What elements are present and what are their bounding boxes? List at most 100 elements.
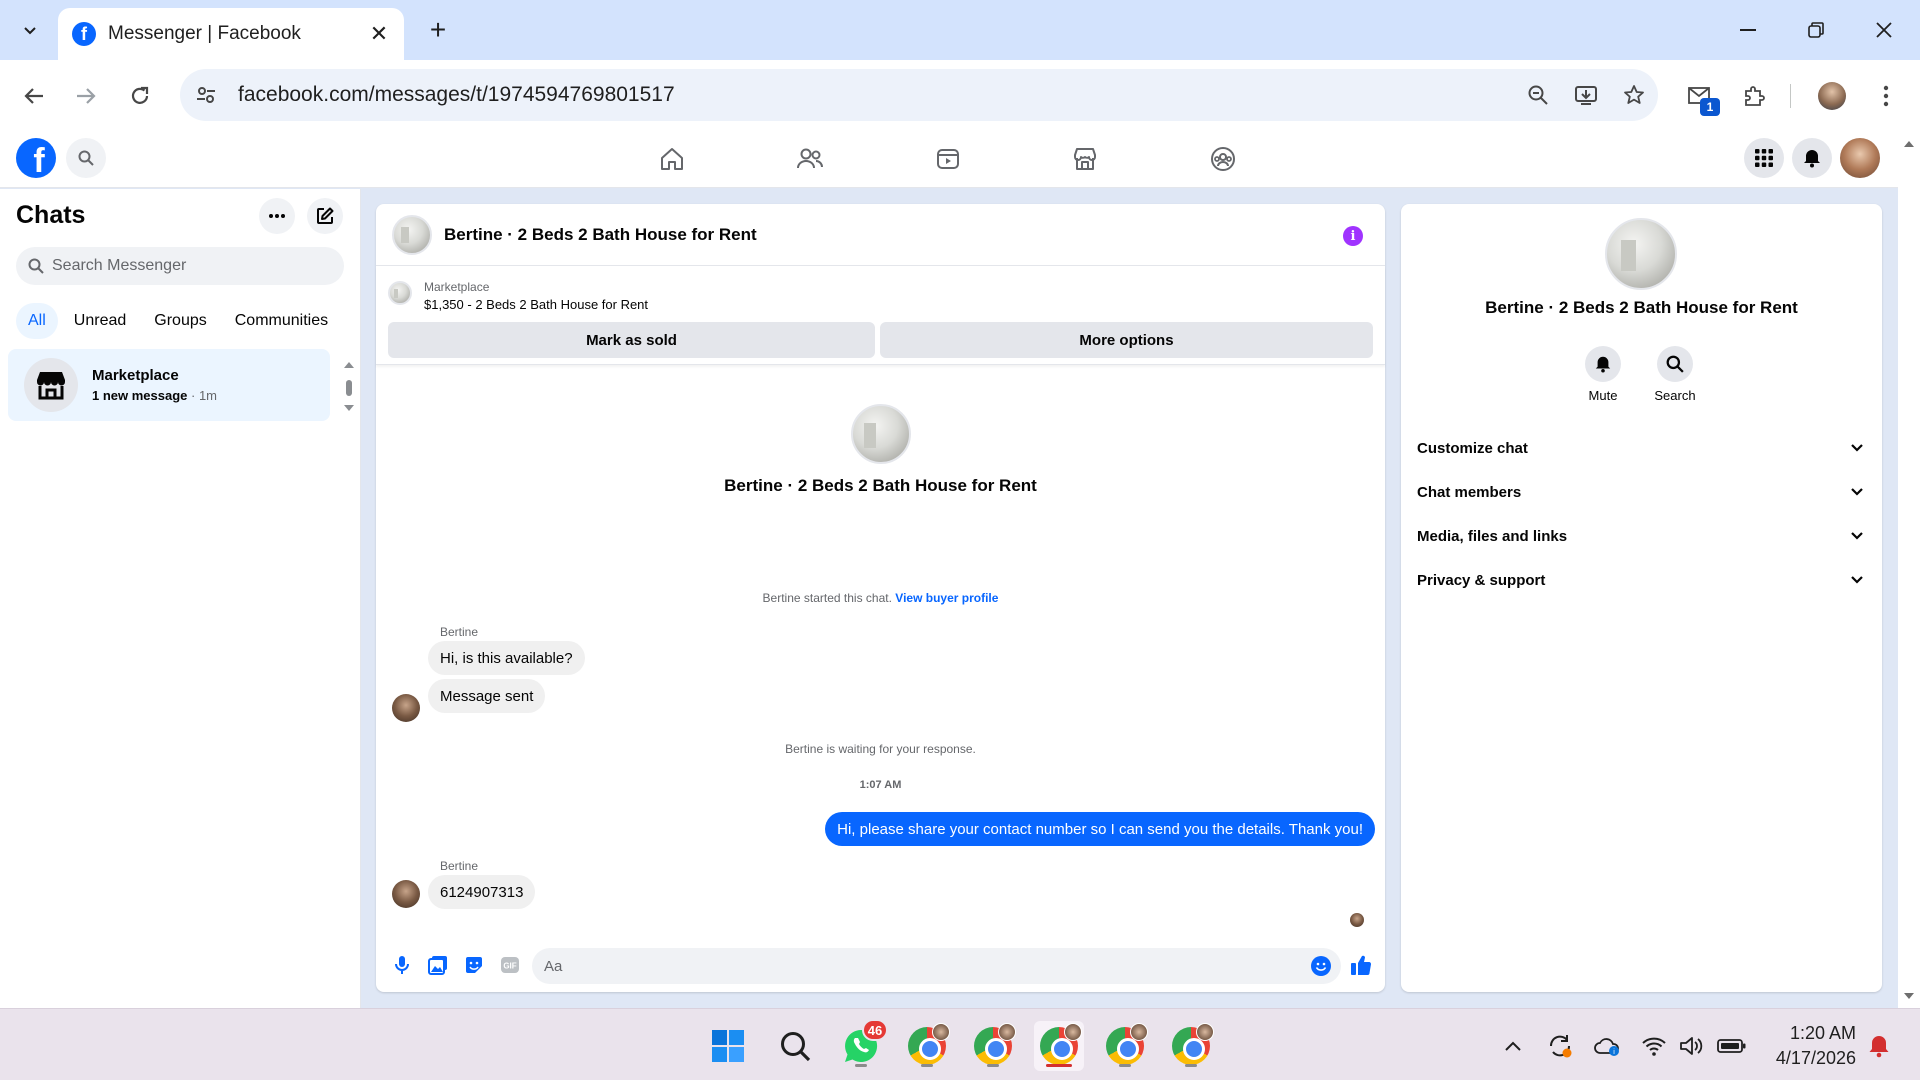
search-in-chat-button[interactable]: Search [1645,346,1705,403]
new-message-compose-icon[interactable] [307,198,343,234]
chrome-window-active-icon[interactable] [1034,1021,1084,1071]
wifi-icon[interactable] [1637,1029,1671,1063]
forward-icon[interactable] [66,76,106,116]
install-app-icon[interactable] [1562,75,1610,115]
incoming-message-bubble[interactable]: Hi, is this available? [428,641,585,675]
restore-icon[interactable] [1792,10,1840,50]
reply-message-bubble[interactable]: 6124907313 [428,875,536,909]
logo-letter: f [33,142,45,178]
message-sender-label: Bertine [440,625,479,639]
window-close-icon[interactable] [1860,10,1908,50]
chevron-down-icon [1851,532,1863,540]
start-windows-icon[interactable] [703,1021,753,1071]
marketplace-label: Marketplace [424,280,490,294]
chrome-window-1-icon[interactable] [902,1021,952,1071]
browser-tab-active[interactable]: f Messenger | Facebook ✕ [58,8,404,60]
gif-icon[interactable]: GIF [492,947,528,983]
chats-options-icon[interactable] [259,198,295,234]
search-icon [28,258,44,274]
reply-sender-avatar[interactable] [392,880,420,908]
media-files-links-section[interactable]: Media, files and links [1409,514,1874,558]
friends-icon[interactable] [755,134,865,184]
details-name: Bertine · 2 Beds 2 Bath House for Rent [1485,298,1798,317]
mute-button[interactable]: Mute [1573,346,1633,403]
mark-as-sold-button[interactable]: Mark as sold [388,322,875,358]
conversation-info-icon[interactable]: i [1343,226,1363,246]
toolbar-divider [1790,84,1791,108]
conversation-avatar[interactable] [392,214,432,255]
listing-thumbnail[interactable] [388,281,412,305]
chrome-window-2-icon[interactable] [968,1021,1018,1071]
conversation-header: Bertine · 2 Beds 2 Bath House for Rent i [376,204,1385,266]
chrome-window-4-icon[interactable] [1100,1021,1150,1071]
mail-extension-icon[interactable]: 1 [1678,74,1722,118]
bookmark-star-icon[interactable] [1610,75,1658,115]
extensions-puzzle-icon[interactable] [1732,74,1776,118]
search-placeholder: Search Messenger [52,257,187,274]
chrome-menu-icon[interactable] [1864,74,1908,118]
facebook-header: f [0,130,1898,188]
onedrive-cloud-icon[interactable]: i [1590,1029,1624,1063]
url-text[interactable]: facebook.com/messages/t/1974594769801517 [238,83,1514,107]
browser-tab-strip: f Messenger | Facebook ✕ + [0,0,1920,60]
section-label: Customize chat [1417,439,1528,457]
search-messenger-input[interactable]: Search Messenger [16,247,344,285]
details-avatar[interactable] [1605,218,1677,290]
chats-title: Chats [16,201,86,229]
microphone-icon[interactable] [384,947,420,983]
message-sent-bubble[interactable]: Message sent [428,679,546,713]
sync-status-icon[interactable] [1543,1029,1577,1063]
running-indicator [855,1064,867,1067]
chat-list-item-marketplace[interactable]: Marketplace 1 new message · 1m [8,349,330,421]
view-buyer-profile-link[interactable]: View buyer profile [895,591,998,605]
sender-avatar[interactable] [392,694,420,722]
running-indicator [1119,1064,1131,1067]
more-options-button[interactable]: More options [880,322,1373,358]
customize-chat-section[interactable]: Customize chat [1409,426,1874,470]
reload-icon[interactable] [120,76,160,116]
profile-avatar[interactable] [1810,74,1854,118]
taskbar-search-icon[interactable] [770,1021,820,1071]
message-input[interactable]: Aa [532,948,1341,984]
privacy-support-section[interactable]: Privacy & support [1409,558,1874,602]
video-icon[interactable] [893,134,1003,184]
photo-attach-icon[interactable] [420,947,456,983]
filter-unread[interactable]: Unread [62,303,138,339]
groups-icon[interactable] [1168,134,1278,184]
marketplace-icon[interactable] [1030,134,1140,184]
thumbs-up-like-icon[interactable] [1343,947,1379,983]
outgoing-message-bubble[interactable]: Hi, please share your contact number so … [825,812,1375,846]
page-scrollbar[interactable] [1898,130,1920,1008]
notifications-bell-icon[interactable] [1792,138,1832,178]
site-info-icon[interactable] [186,75,226,115]
facebook-logo[interactable]: f [16,138,56,178]
notification-bell-icon[interactable] [1862,1029,1896,1063]
home-icon[interactable] [617,134,727,184]
listing-title[interactable]: $1,350 - 2 Beds 2 Bath House for Rent [424,297,648,312]
menu-grid-icon[interactable] [1744,138,1784,178]
chrome-window-5-icon[interactable] [1166,1021,1216,1071]
filter-all[interactable]: All [16,303,58,339]
chat-list-scrollbar[interactable] [341,354,357,419]
filter-groups[interactable]: Groups [142,303,218,339]
new-tab-icon[interactable]: + [420,12,456,48]
fb-search-icon[interactable] [66,138,106,178]
filter-communities[interactable]: Communities [223,303,340,339]
sticker-icon[interactable] [456,947,492,983]
show-hidden-icons-chevron-icon[interactable] [1496,1029,1530,1063]
zoom-icon[interactable] [1514,75,1562,115]
profile-face-icon [998,1023,1016,1041]
account-avatar[interactable] [1840,138,1880,178]
volume-icon[interactable] [1675,1029,1709,1063]
conversation-title[interactable]: Bertine · 2 Beds 2 Bath House for Rent [444,225,757,245]
tab-close-icon[interactable]: ✕ [364,19,394,49]
address-bar[interactable]: facebook.com/messages/t/1974594769801517 [180,69,1658,121]
emoji-icon[interactable] [1311,956,1331,976]
back-icon[interactable] [14,76,54,116]
chat-members-section[interactable]: Chat members [1409,470,1874,514]
battery-icon[interactable] [1715,1029,1749,1063]
whatsapp-taskbar-icon[interactable]: 46 [836,1019,888,1071]
minimize-icon[interactable] [1724,10,1772,50]
taskbar-clock[interactable]: 1:20 AM 4/17/2026 [1756,1021,1856,1071]
tab-search-chevron-icon[interactable] [10,12,50,48]
